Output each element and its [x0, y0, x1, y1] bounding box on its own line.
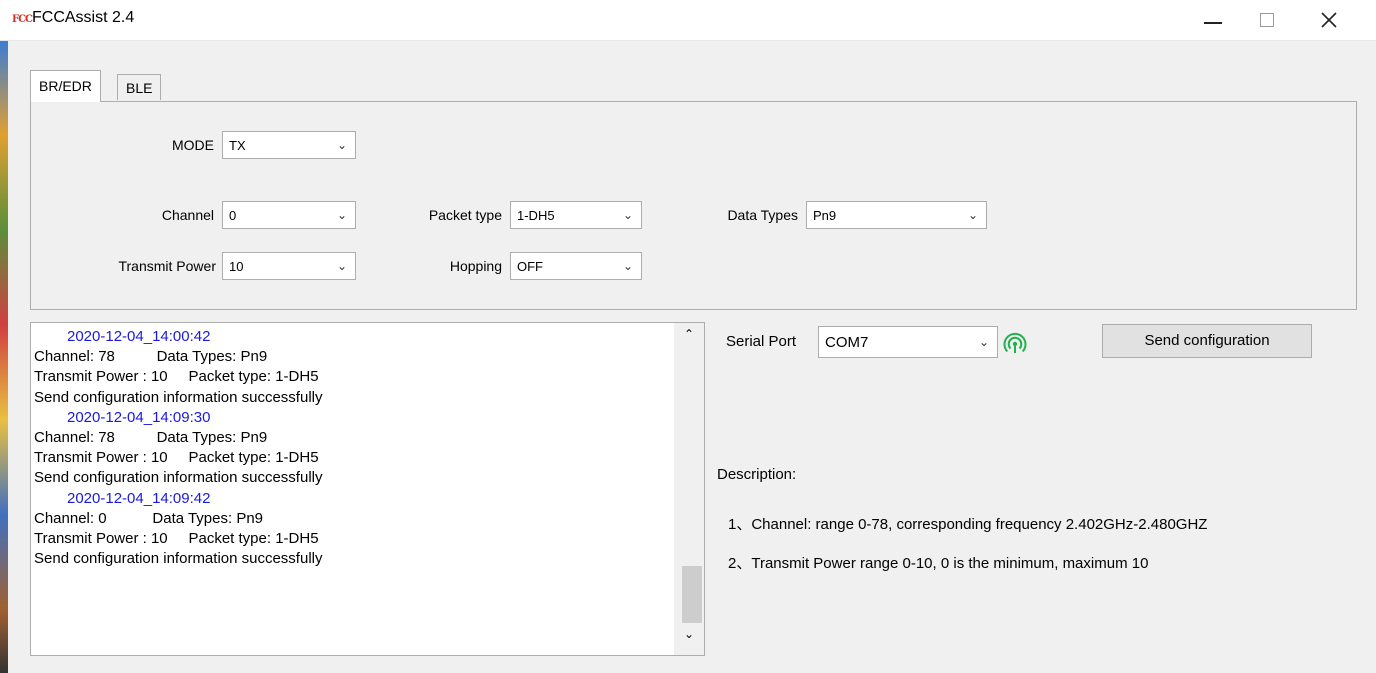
scroll-up-icon[interactable]: ⌃ [674, 327, 704, 351]
data-types-select[interactable]: Pn9 ⌄ [806, 201, 987, 229]
desktop-background-strip [0, 40, 8, 673]
description-heading: Description: [717, 466, 797, 483]
app-icon: FCC [12, 14, 33, 25]
channel-label: Channel [161, 207, 214, 223]
log-line: Send configuration information successfu… [34, 469, 323, 487]
chevron-down-icon: ⌄ [967, 208, 979, 222]
chevron-down-icon: ⌄ [336, 208, 348, 222]
tab-ble[interactable]: BLE [117, 74, 162, 100]
channel-select[interactable]: 0 ⌄ [222, 201, 356, 229]
close-button[interactable] [1306, 0, 1352, 40]
transmit-power-label: Transmit Power [118, 258, 216, 274]
log-line: Send configuration information successfu… [34, 388, 323, 406]
data-types-label: Data Types [727, 207, 798, 223]
log-timestamp: 2020-12-04_14:09:30 [67, 408, 211, 426]
description-item-channel: 1、Channel: range 0-78, corresponding fre… [728, 516, 1208, 533]
chevron-down-icon: ⌄ [622, 259, 634, 273]
log-output[interactable]: 2020-12-04_14:00:42 Channel: 78 Data Typ… [30, 322, 705, 656]
packet-type-label: Packet type [428, 207, 502, 223]
serial-port-select[interactable]: COM7 ⌄ [818, 326, 998, 358]
maximize-icon [1260, 13, 1274, 27]
mode-label: MODE [172, 137, 214, 153]
log-line: Send configuration information successfu… [34, 550, 323, 568]
hopping-label: Hopping [449, 258, 502, 274]
chevron-down-icon: ⌄ [978, 335, 990, 349]
log-line: Channel: 0 Data Types: Pn9 [34, 509, 264, 527]
description-item-power: 2、Transmit Power range 0-10, 0 is the mi… [728, 555, 1149, 572]
tab-br-edr[interactable]: BR/EDR [30, 70, 101, 102]
mode-select[interactable]: TX ⌄ [222, 131, 356, 159]
hopping-value: OFF [517, 258, 543, 274]
signal-status-icon [1003, 332, 1027, 353]
log-line: Channel: 78 Data Types: Pn9 [34, 428, 268, 446]
window-title: FCCAssist 2.4 [32, 9, 135, 26]
title-bar[interactable]: FCC FCCAssist 2.4 [0, 0, 1376, 41]
serial-port-value: COM7 [825, 333, 869, 351]
packet-type-value: 1-DH5 [517, 207, 555, 223]
log-timestamp: 2020-12-04_14:09:42 [67, 489, 211, 507]
minimize-icon [1204, 22, 1222, 24]
log-line: Transmit Power : 10 Packet type: 1-DH5 [34, 529, 319, 547]
mode-value: TX [229, 137, 246, 153]
log-line: Transmit Power : 10 Packet type: 1-DH5 [34, 368, 319, 386]
packet-type-select[interactable]: 1-DH5 ⌄ [510, 201, 642, 229]
chevron-down-icon: ⌄ [336, 138, 348, 152]
log-timestamp: 2020-12-04_14:00:42 [67, 328, 211, 345]
serial-port-label: Serial Port [726, 333, 797, 350]
scrollbar-thumb[interactable] [682, 566, 702, 623]
chevron-down-icon: ⌄ [622, 208, 634, 222]
log-lines: 2020-12-04_14:00:42 Channel: 78 Data Typ… [34, 327, 674, 569]
hopping-select[interactable]: OFF ⌄ [510, 252, 642, 280]
scroll-down-icon[interactable]: ⌄ [674, 627, 704, 651]
transmit-power-value: 10 [229, 258, 244, 274]
minimize-button[interactable] [1190, 0, 1236, 40]
maximize-button[interactable] [1244, 0, 1290, 40]
close-icon [1321, 12, 1337, 28]
send-configuration-button[interactable]: Send configuration [1102, 324, 1312, 358]
transmit-power-select[interactable]: 10 ⌄ [222, 252, 356, 280]
channel-value: 0 [229, 207, 237, 223]
log-scrollbar[interactable]: ⌃ ⌄ [674, 323, 704, 655]
chevron-down-icon: ⌄ [336, 259, 348, 273]
log-line: Channel: 78 Data Types: Pn9 [34, 348, 268, 366]
data-types-value: Pn9 [813, 207, 837, 223]
log-line: Transmit Power : 10 Packet type: 1-DH5 [34, 449, 319, 467]
